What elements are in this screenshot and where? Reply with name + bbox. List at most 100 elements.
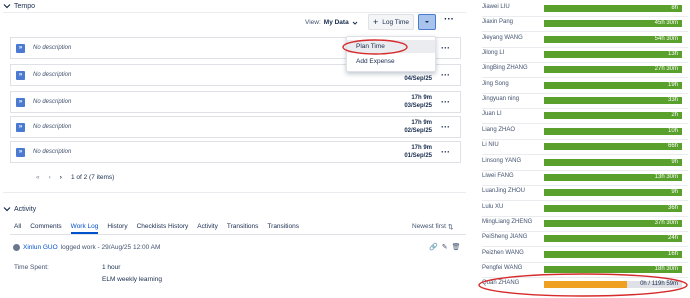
member-workload-bar[interactable]: 9h (544, 189, 682, 197)
member-name: Jiawei LIU (482, 4, 510, 10)
add-expense-menu-item[interactable]: Add Expense (356, 58, 395, 65)
member-workload-bar[interactable]: 66h (544, 143, 682, 151)
worklog-comment: ELM weekly learning (102, 276, 162, 283)
more-options-icon[interactable]: ··· (441, 123, 450, 132)
sort-label: Newest first (412, 223, 446, 230)
member-workload-bar[interactable]: 45h 30m (544, 20, 682, 28)
more-options-icon[interactable]: ··· (444, 15, 454, 25)
member-hours: 2h (671, 112, 678, 119)
member-name: JingBing ZHANG (482, 65, 528, 72)
member-workload-bar[interactable]: 37h 30m (544, 219, 682, 227)
row-description: No description (33, 45, 72, 51)
expand-icon[interactable]: » (16, 148, 25, 157)
member-name: Juan LI (482, 111, 502, 118)
divider (482, 169, 688, 171)
sort-toggle[interactable]: Newest first ⇅ (412, 223, 453, 231)
view-selector[interactable]: View: My Data (305, 19, 358, 26)
member-hours: 36h (667, 204, 678, 211)
more-options-icon[interactable]: ··· (441, 71, 450, 80)
member-workload-bar[interactable]: 9h (544, 158, 682, 166)
view-label: View: (305, 19, 321, 26)
divider (482, 46, 688, 48)
member-workload-bar[interactable]: 10h (544, 127, 682, 135)
page-info: 1 of 2 (7 items) (70, 174, 115, 181)
row-description: No description (33, 124, 72, 130)
delete-icon[interactable]: 🗑 (452, 243, 461, 251)
member-workload-bar[interactable]: 13h 30m (544, 173, 682, 181)
member-name: Jiaxin Pang (482, 19, 514, 26)
member-hours: 24h (667, 235, 678, 242)
author-link[interactable]: Xinlun GUO (23, 244, 58, 251)
divider (482, 230, 688, 232)
chevron-down-icon (352, 21, 358, 25)
member-hours: 19h (667, 81, 678, 88)
tempo-section-header[interactable]: Tempo (3, 2, 35, 10)
worklog-row[interactable]: » No description 17h 9m 03/Sep/25 ··· (10, 91, 461, 113)
tab-all[interactable]: All (14, 223, 21, 234)
tab-checklists-history[interactable]: Checklists History (137, 223, 189, 234)
view-value: My Data (323, 19, 349, 26)
tab-activity[interactable]: Activity (197, 223, 218, 234)
activity-section-header[interactable]: Activity (3, 205, 36, 213)
chevron-down-icon (425, 21, 429, 23)
member-hours: 33h (667, 97, 678, 104)
member-hours: 37h 30m (654, 219, 678, 226)
worklog-row[interactable]: » No description 17h 9m 01/Sep/25 ··· (10, 141, 461, 163)
tab-transitions-2[interactable]: Transitions (267, 223, 299, 234)
tempo-title: Tempo (14, 2, 36, 10)
expand-icon[interactable]: » (16, 71, 25, 80)
first-page-icon[interactable]: « (36, 174, 40, 181)
member-workload-bar[interactable]: 36h (544, 204, 682, 212)
expand-icon[interactable]: » (16, 98, 25, 107)
divider (482, 92, 688, 94)
expand-icon[interactable]: » (16, 123, 25, 132)
member-name: Jilong LI (482, 50, 505, 57)
tab-comments[interactable]: Comments (30, 223, 61, 234)
chevron-down-icon (3, 4, 11, 9)
member-workload-bar[interactable]: 8h (544, 5, 682, 12)
avatar[interactable] (13, 244, 20, 251)
divider (3, 192, 466, 193)
log-time-button[interactable]: + Log Time (368, 14, 414, 30)
member-workload-bar[interactable]: 24h (544, 235, 682, 243)
member-workload-bar[interactable]: 16h (544, 250, 682, 258)
member-name: PeiSheng JIANG (482, 234, 528, 241)
sort-icon: ⇅ (447, 224, 454, 231)
more-options-icon[interactable]: ··· (441, 148, 450, 157)
member-name: Liwei FANG (482, 172, 514, 179)
log-time-dropdown-toggle[interactable] (418, 14, 436, 30)
member-workload-bar[interactable]: 27h 30m (544, 66, 682, 74)
prev-page-icon[interactable]: ‹ (49, 174, 51, 181)
more-options-icon[interactable]: ··· (441, 44, 450, 53)
edit-icon[interactable]: ✎ (442, 243, 448, 251)
member-name: Jieyang WANG (482, 34, 523, 41)
worklog-row[interactable]: » No description 17h 9m 02/Sep/25 ··· (10, 116, 461, 138)
member-hours: 66h (667, 143, 678, 150)
member-workload-bar[interactable]: 54h 30m (544, 35, 682, 43)
divider (482, 154, 688, 156)
divider (10, 234, 466, 235)
next-page-icon[interactable]: › (60, 174, 62, 181)
divider (482, 215, 688, 217)
member-workload-bar[interactable]: 2h (544, 112, 682, 120)
member-workload-bar[interactable]: 13h (544, 51, 682, 59)
link-icon[interactable]: 🔗 (429, 243, 438, 251)
member-workload-bar[interactable]: 19h (544, 81, 682, 89)
expand-icon[interactable]: » (16, 44, 25, 53)
tab-transitions[interactable]: Transitions (227, 223, 259, 234)
member-workload-bar[interactable]: 33h (544, 97, 682, 105)
divider (482, 77, 688, 79)
tab-history[interactable]: History (107, 223, 127, 234)
divider (482, 246, 688, 248)
row-hours: 17h 9m (411, 145, 432, 151)
member-hours: 13h 30m (654, 173, 678, 180)
divider (482, 123, 688, 125)
team-workload-panel: Jiawei LIU 8h Jiaxin Pang 45h 30m Jieyang WA… (476, 0, 690, 297)
member-hours: 13h (667, 51, 678, 58)
member-hours: 9h (671, 158, 678, 165)
activity-title: Activity (14, 205, 37, 213)
time-spent-label: Time Spent: (14, 264, 49, 271)
tab-work-log[interactable]: Work Log (70, 223, 99, 234)
more-options-icon[interactable]: ··· (441, 98, 450, 107)
row-description: No description (33, 149, 72, 155)
